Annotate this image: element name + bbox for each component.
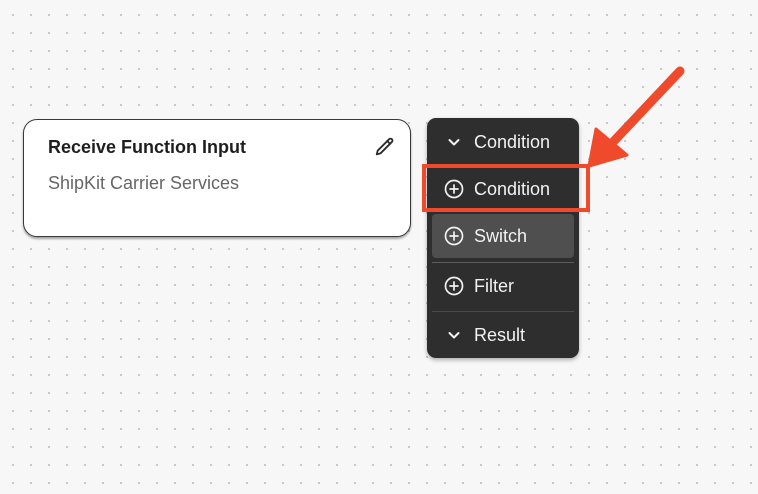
result-group-header[interactable]: Result: [432, 313, 574, 357]
plus-circle-icon: [444, 179, 464, 199]
node-subtitle: ShipKit Carrier Services: [48, 173, 240, 193]
add-step-menu: Condition Condition Switch Filter Result: [427, 118, 579, 358]
plus-circle-icon: [444, 276, 464, 296]
receive-function-input-node[interactable]: Receive Function Input ShipKit Carrier S…: [23, 119, 411, 237]
menu-item-label: Condition: [474, 131, 551, 152]
menu-divider: [432, 311, 574, 312]
chevron-down-icon: [444, 325, 464, 345]
add-condition-button[interactable]: Condition: [432, 167, 574, 211]
menu-item-label: Condition: [474, 178, 551, 199]
add-switch-button[interactable]: Switch: [432, 214, 574, 258]
menu-divider: [432, 262, 574, 263]
chevron-down-icon: [444, 132, 464, 152]
plus-circle-icon: [444, 226, 464, 246]
menu-item-label: Filter: [474, 275, 514, 296]
node-title: Receive Function Input: [48, 137, 247, 157]
menu-item-label: Result: [474, 324, 526, 345]
menu-item-label: Switch: [474, 225, 528, 246]
pencil-icon[interactable]: [374, 136, 396, 158]
condition-group-header[interactable]: Condition: [432, 120, 574, 164]
add-filter-button[interactable]: Filter: [432, 264, 574, 308]
annotation-arrow-icon: [587, 66, 685, 168]
